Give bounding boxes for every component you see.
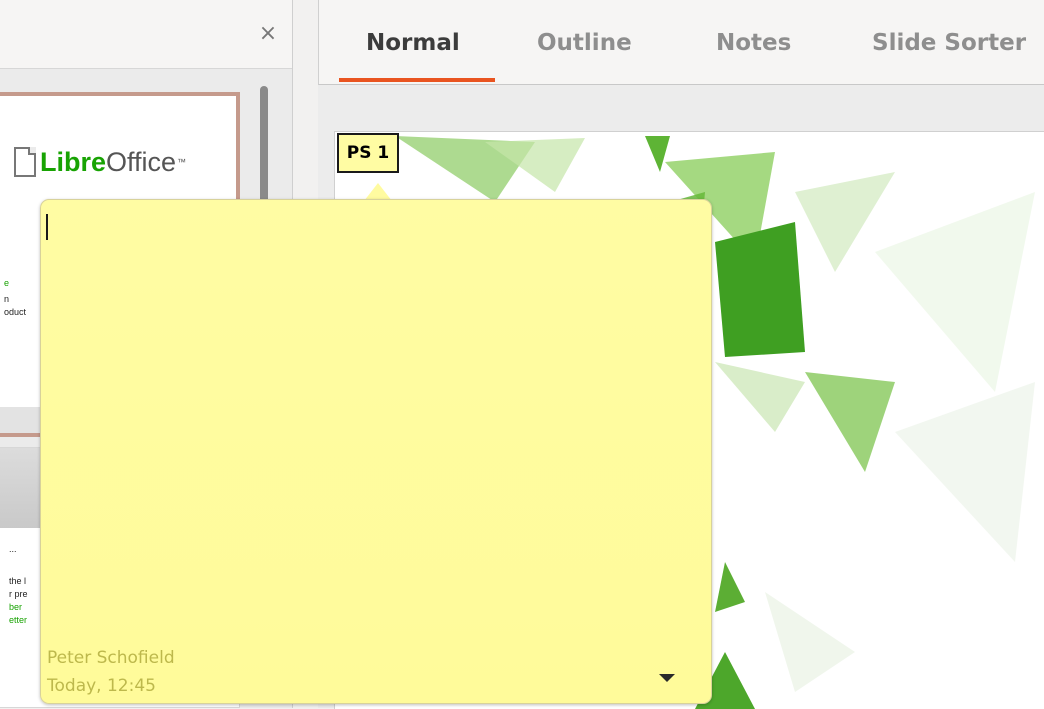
logo-text-office: Office (106, 146, 177, 177)
comment-marker[interactable]: PS 1 (337, 133, 399, 173)
document-icon (14, 147, 36, 177)
thumbnail-text: r pre (9, 589, 28, 599)
tab-outline[interactable]: Outline (537, 30, 632, 56)
thumbnail-text: oduct (4, 307, 27, 317)
tab-notes[interactable]: Notes (716, 30, 791, 56)
close-pane-button[interactable]: × (256, 22, 280, 46)
libreoffice-logo: Libre Office ™ (14, 142, 186, 182)
comment-text-input[interactable] (45, 212, 699, 636)
thumbnail-text: the l (9, 576, 27, 586)
thumbnail-text: etter (9, 615, 28, 625)
thumbnail-text: n (4, 294, 10, 304)
comment-menu-button[interactable] (655, 669, 679, 687)
active-tab-indicator (339, 78, 495, 82)
thumbnail-text: ... (9, 544, 17, 554)
tab-normal[interactable]: Normal (366, 30, 460, 56)
logo-text-libre: Libre (40, 146, 107, 177)
comment-note[interactable]: Peter Schofield Today, 12:45 (40, 199, 712, 704)
thumbnail-text: e (4, 278, 10, 288)
logo-trademark: ™ (177, 157, 187, 167)
comment-date: Today, 12:45 (47, 676, 156, 696)
text-cursor (46, 214, 48, 240)
slide-pane-header: × (0, 0, 292, 69)
tab-slide-sorter[interactable]: Slide Sorter (872, 30, 1026, 56)
view-tab-bar: Normal Outline Notes Slide Sorter (318, 0, 1044, 85)
thumbnail-text: ber (9, 602, 23, 612)
comment-author: Peter Schofield (47, 648, 175, 668)
